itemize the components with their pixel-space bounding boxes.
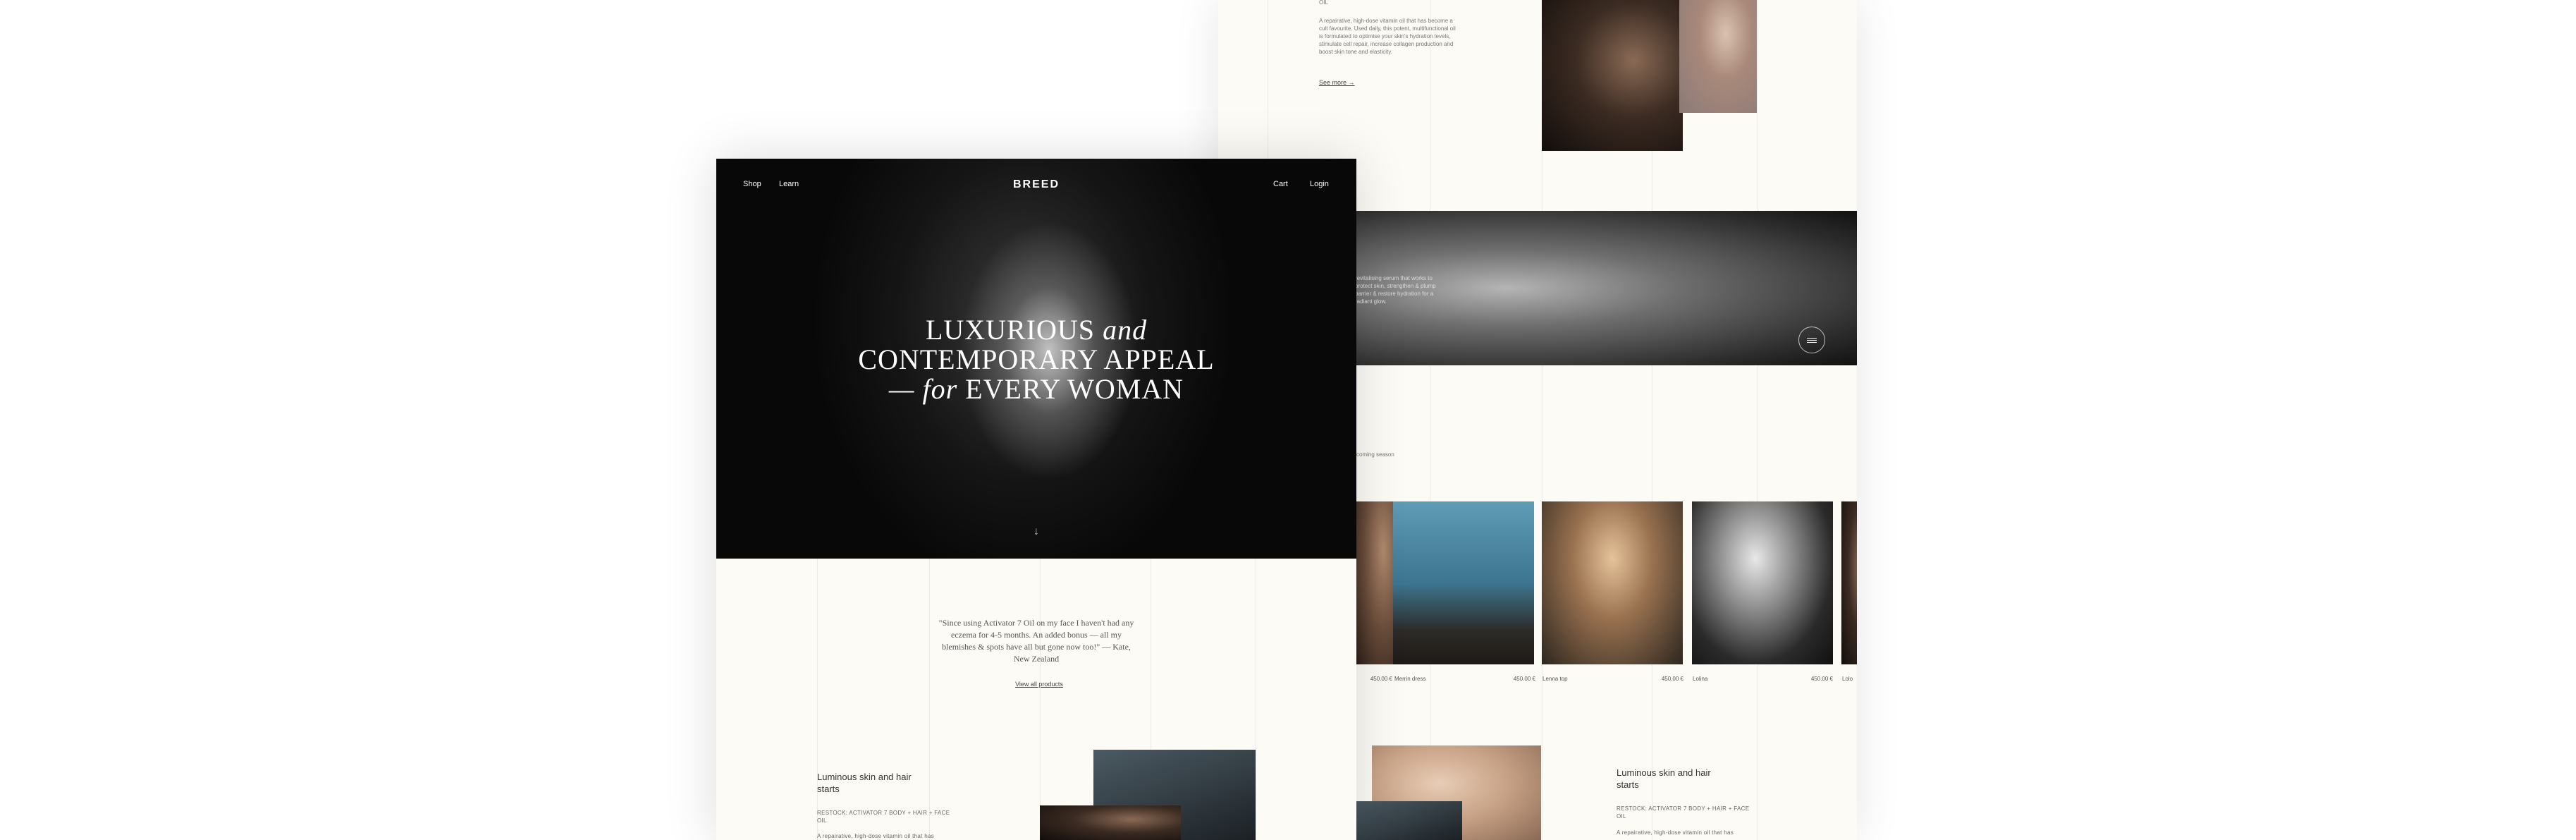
closeup-banner-photo: revitalising serum that works to protect… xyxy=(1356,211,1857,365)
grid-line xyxy=(929,559,930,840)
portrait-photo-dark xyxy=(1040,805,1181,840)
product-photo[interactable] xyxy=(1841,501,1857,664)
arrow-down-icon[interactable]: ↓ xyxy=(1034,525,1039,538)
front-artboard: Shop Learn BREED Cart Login LUXURIOUS an… xyxy=(716,159,1356,840)
brand-logo[interactable]: BREED xyxy=(716,178,1356,191)
portrait-photo-hand xyxy=(1679,0,1757,113)
portrait-photo-slate xyxy=(1356,801,1462,840)
product-price: 450.00 € xyxy=(1661,676,1683,682)
menu-circle-icon[interactable] xyxy=(1798,327,1825,353)
season-label: coming season xyxy=(1356,451,1394,458)
hero-section: Shop Learn BREED Cart Login LUXURIOUS an… xyxy=(716,159,1356,559)
feature-body-short: A repairative, high-dose vitamin oil tha… xyxy=(1617,829,1734,836)
nav-cart-link[interactable]: Cart xyxy=(1273,180,1288,188)
testimonial-quote: "Since using Activator 7 Oil on my face … xyxy=(938,618,1134,664)
closeup-text: revitalising serum that works to protect… xyxy=(1356,275,1436,305)
product-photo[interactable] xyxy=(1542,501,1683,664)
product-price: 450.00 € xyxy=(1810,676,1833,682)
feature-body-back: A repairative, high-dose vitamin oil tha… xyxy=(1319,18,1456,55)
feature-title: Luminous skin and hair starts xyxy=(817,772,912,794)
product-price: 450.00 € xyxy=(1370,676,1392,682)
product-oil-label: OIL xyxy=(1319,0,1328,6)
feature-body-short: A repairative, high-dose vitamin oil tha… xyxy=(817,833,935,839)
portrait-photo-dark xyxy=(1542,0,1683,151)
product-name[interactable]: Lenna top xyxy=(1542,676,1568,682)
restock-label: RESTOCK: ACTIVATOR 7 BODY + HAIR + FACE … xyxy=(817,810,950,824)
product-photo[interactable] xyxy=(1692,501,1833,664)
feature-title: Luminous skin and hair starts xyxy=(1617,767,1711,790)
see-more-link[interactable]: See more → xyxy=(1319,79,1355,86)
product-name[interactable]: Lolo xyxy=(1842,676,1853,682)
grid-line xyxy=(1040,559,1041,840)
restock-label: RESTOCK: ACTIVATOR 7 BODY + HAIR + FACE … xyxy=(1617,805,1750,820)
hero-headline: LUXURIOUS and CONTEMPORARY APPEAL — for … xyxy=(858,314,1215,405)
product-photo[interactable] xyxy=(1393,501,1534,664)
nav-login-link[interactable]: Login xyxy=(1310,180,1329,188)
product-name[interactable]: Merrin dress xyxy=(1394,676,1425,682)
product-price: 450.00 € xyxy=(1513,676,1535,682)
product-name[interactable]: Lolina xyxy=(1693,676,1707,682)
view-all-products-link[interactable]: View all products xyxy=(1011,681,1067,688)
grid-line xyxy=(817,559,818,840)
